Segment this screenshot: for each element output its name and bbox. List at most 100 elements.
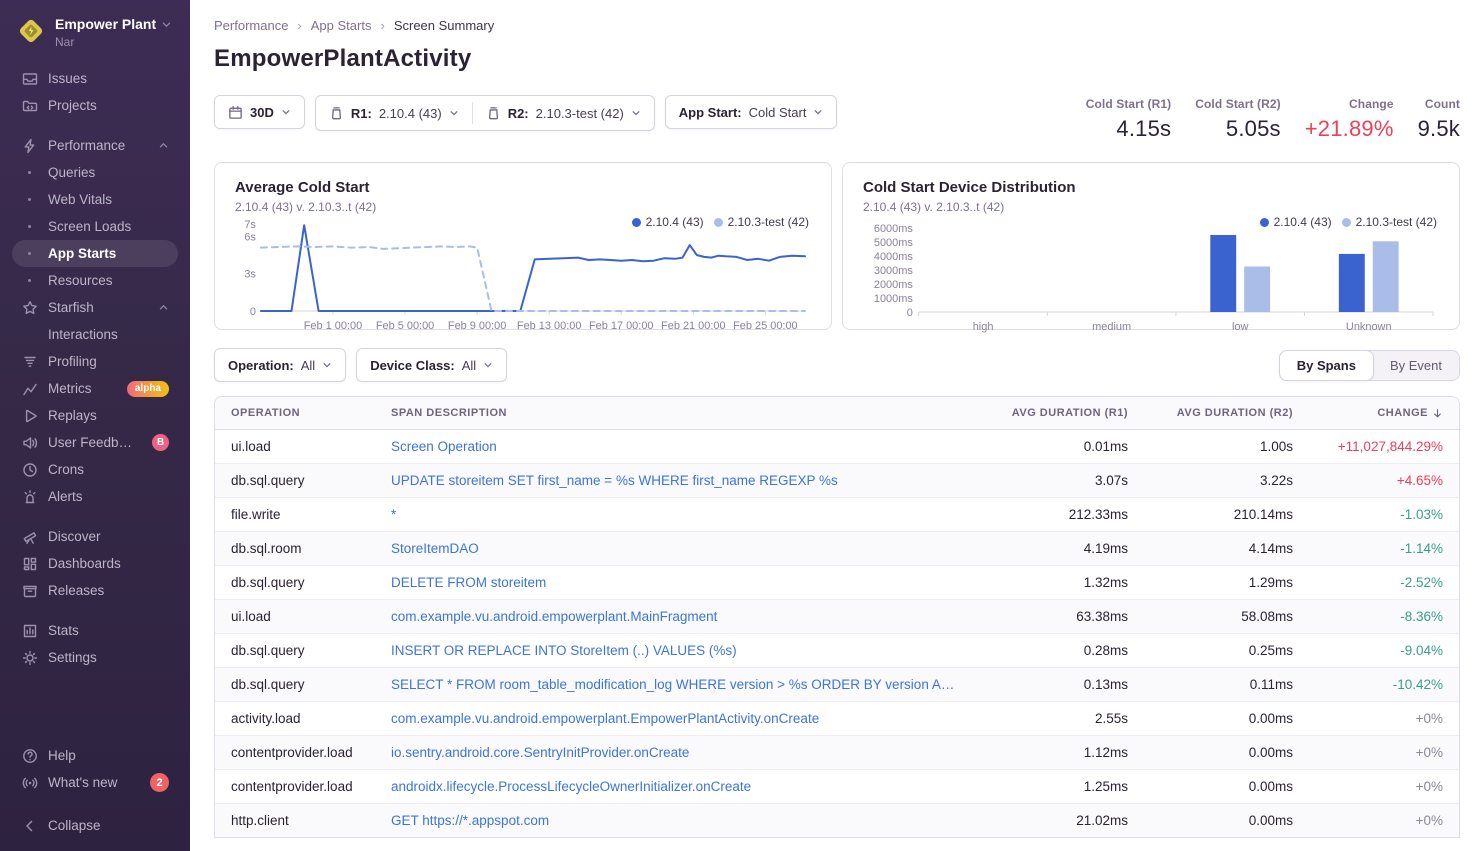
sidebar-item-issues[interactable]: Issues	[12, 65, 178, 92]
toggle-by-spans[interactable]: By Spans	[1279, 350, 1374, 381]
avg-duration-r2-cell: 0.00ms	[1144, 770, 1309, 803]
avg-duration-r1-cell: 63.38ms	[974, 600, 1144, 633]
sidebar-item-label: Queries	[48, 165, 169, 180]
toggle-by-event[interactable]: By Event	[1373, 351, 1459, 380]
span-description-link[interactable]: Screen Operation	[391, 439, 958, 454]
stat-cold-start-r2-: Cold Start (R2)5.05s	[1195, 97, 1281, 142]
date-range-filter[interactable]: 30D	[214, 95, 305, 129]
page-title: EmpowerPlantActivity	[214, 45, 1460, 73]
sidebar-item-projects[interactable]: Projects	[12, 92, 178, 119]
breadcrumb-item[interactable]: Performance	[214, 18, 288, 33]
sidebar-item-releases[interactable]: Releases	[12, 577, 178, 604]
table-row[interactable]: ui.load com.example.vu.android.empowerpla…	[215, 599, 1459, 633]
sidebar-item-label: Interactions	[48, 327, 169, 342]
span-description-link[interactable]: androidx.lifecycle.ProcessLifecycleOwner…	[391, 779, 958, 794]
table-row[interactable]: file.write*212.33ms210.14ms-1.03%	[215, 497, 1459, 531]
chevron-down-icon	[322, 360, 332, 370]
operation-cell: ui.load	[215, 600, 375, 633]
sidebar-item-alerts[interactable]: Alerts	[12, 483, 178, 510]
table-row[interactable]: db.sql.query SELECT * FROM room_table_mod…	[215, 667, 1459, 701]
sidebar-item-queries[interactable]: Queries	[12, 159, 178, 186]
bullet-icon	[21, 225, 38, 228]
sidebar-item-crons[interactable]: Crons	[12, 456, 178, 483]
release-filter-group: R1: 2.10.4 (43) R2: 2.10.3-test (42)	[315, 95, 655, 131]
sidebar-item-discover[interactable]: Discover	[12, 523, 178, 550]
legend-item[interactable]: 2.10.4 (43)	[632, 215, 704, 229]
average-cold-start-chart[interactable]: 7s6s3s0Feb 1 00:00Feb 5 00:00Feb 9 00:00…	[235, 216, 811, 338]
avg-duration-r1-cell: 21.02ms	[974, 804, 1144, 837]
svg-text:0: 0	[907, 307, 913, 319]
avg-duration-r2-cell: 0.00ms	[1144, 702, 1309, 735]
sidebar-item-starfish[interactable]: Starfish	[12, 294, 178, 321]
span-description-link[interactable]: com.example.vu.android.empowerplant.Empo…	[391, 711, 958, 726]
sidebar-item-dashboards[interactable]: Dashboards	[12, 550, 178, 577]
sidebar-item-label: Collapse	[48, 818, 169, 833]
sidebar-item-help[interactable]: Help	[12, 742, 178, 769]
column-header-change[interactable]: Change	[1309, 397, 1459, 429]
sidebar-item-performance[interactable]: Performance	[12, 132, 178, 159]
release-r2-filter[interactable]: R2: 2.10.3-test (42)	[473, 96, 654, 130]
chart-subtitle: 2.10.4 (43) v. 2.10.3..t (42)	[235, 200, 811, 214]
breadcrumb-item[interactable]: App Starts	[311, 18, 372, 33]
sidebar-item-replays[interactable]: Replays	[12, 402, 178, 429]
change-cell: -9.04%	[1309, 634, 1459, 667]
legend-item[interactable]: 2.10.4 (43)	[1260, 215, 1332, 229]
app-start-filter[interactable]: App Start: Cold Start	[665, 95, 838, 129]
sidebar-item-metrics[interactable]: Metricsalpha	[12, 375, 178, 402]
sidebar-item-resources[interactable]: Resources	[12, 267, 178, 294]
table-row[interactable]: contentprovider.loadio.sentry.android.co…	[215, 735, 1459, 769]
sidebar-item-settings[interactable]: Settings	[12, 644, 178, 671]
main-content: Performance›App Starts›Screen Summary Em…	[190, 0, 1484, 851]
span-description-link[interactable]: *	[391, 507, 958, 522]
span-description-link[interactable]: UPDATE storeitem SET first_name = %s WHE…	[391, 473, 958, 488]
sidebar-item-user-feedback[interactable]: User FeedbackB	[12, 429, 178, 456]
stat-change: Change+21.89%	[1305, 97, 1394, 142]
chevron-down-icon	[631, 108, 641, 118]
legend-label: 2.10.4 (43)	[646, 215, 704, 229]
sidebar-item-what-s-new[interactable]: What's new2	[12, 769, 178, 796]
span-description-link[interactable]: com.example.vu.android.empowerplant.Main…	[391, 609, 958, 624]
column-header-avg-duration-r1-[interactable]: Avg Duration (R1)	[974, 397, 1144, 429]
operation-cell: db.sql.query	[215, 566, 375, 599]
legend-item[interactable]: 2.10.3-test (42)	[1342, 215, 1437, 229]
svg-text:5000ms: 5000ms	[874, 237, 913, 249]
device-class-filter[interactable]: Device Class: All	[356, 348, 507, 382]
table-row[interactable]: contentprovider.loadandroidx.lifecycle.P…	[215, 769, 1459, 803]
change-cell: +0%	[1309, 770, 1459, 803]
table-row[interactable]: db.sql.queryINSERT OR REPLACE INTO Store…	[215, 633, 1459, 667]
column-header-avg-duration-r2-[interactable]: Avg Duration (R2)	[1144, 397, 1309, 429]
table-row[interactable]: db.sql.queryDELETE FROM storeitem1.32ms1…	[215, 565, 1459, 599]
operation-cell: db.sql.query	[215, 668, 375, 701]
sidebar-item-collapse[interactable]: Collapse	[12, 812, 178, 839]
average-cold-start-panel: Average Cold Start 2.10.4 (43) v. 2.10.3…	[214, 162, 832, 330]
span-description-link[interactable]: DELETE FROM storeitem	[391, 575, 958, 590]
sidebar-item-interactions[interactable]: Interactions	[12, 321, 178, 348]
table-row[interactable]: db.sql.roomStoreItemDAO4.19ms4.14ms-1.14…	[215, 531, 1459, 565]
help-icon	[21, 747, 38, 764]
table-row[interactable]: http.clientGET https://*.appspot.com21.0…	[215, 803, 1459, 837]
sidebar-item-web-vitals[interactable]: Web Vitals	[12, 186, 178, 213]
sidebar-item-screen-loads[interactable]: Screen Loads	[12, 213, 178, 240]
span-description-link[interactable]: StoreItemDAO	[391, 541, 958, 556]
span-description-link[interactable]: SELECT * FROM room_table_modification_lo…	[391, 677, 958, 692]
sidebar-item-stats[interactable]: Stats	[12, 617, 178, 644]
release-r1-filter[interactable]: R1: 2.10.4 (43)	[316, 96, 472, 130]
span-event-toggle: By SpansBy Event	[1279, 350, 1460, 381]
column-header-operation[interactable]: Operation	[215, 397, 375, 429]
span-description-link[interactable]: INSERT OR REPLACE INTO StoreItem (..) VA…	[391, 643, 958, 658]
operation-filter[interactable]: Operation: All	[214, 348, 346, 382]
sidebar-item-label: Settings	[48, 650, 169, 665]
org-switcher[interactable]: Empower Plant Nar	[12, 14, 178, 49]
table-row[interactable]: db.sql.queryUPDATE storeitem SET first_n…	[215, 463, 1459, 497]
device-distribution-chart[interactable]: 6000ms5000ms4000ms3000ms2000ms1000ms0hig…	[863, 216, 1439, 338]
sidebar-item-profiling[interactable]: Profiling	[12, 348, 178, 375]
column-header-span-description[interactable]: Span Description	[375, 397, 974, 429]
legend-item[interactable]: 2.10.3-test (42)	[714, 215, 809, 229]
table-row[interactable]: ui.loadScreen Operation0.01ms1.00s+11,02…	[215, 430, 1459, 463]
crons-icon	[21, 461, 38, 478]
span-description-link[interactable]: GET https://*.appspot.com	[391, 813, 958, 828]
sidebar-item-app-starts[interactable]: App Starts	[12, 240, 178, 267]
span-description-link[interactable]: io.sentry.android.core.SentryInitProvide…	[391, 745, 958, 760]
metrics-icon	[21, 380, 38, 397]
table-row[interactable]: activity.loadcom.example.vu.android.empo…	[215, 701, 1459, 735]
